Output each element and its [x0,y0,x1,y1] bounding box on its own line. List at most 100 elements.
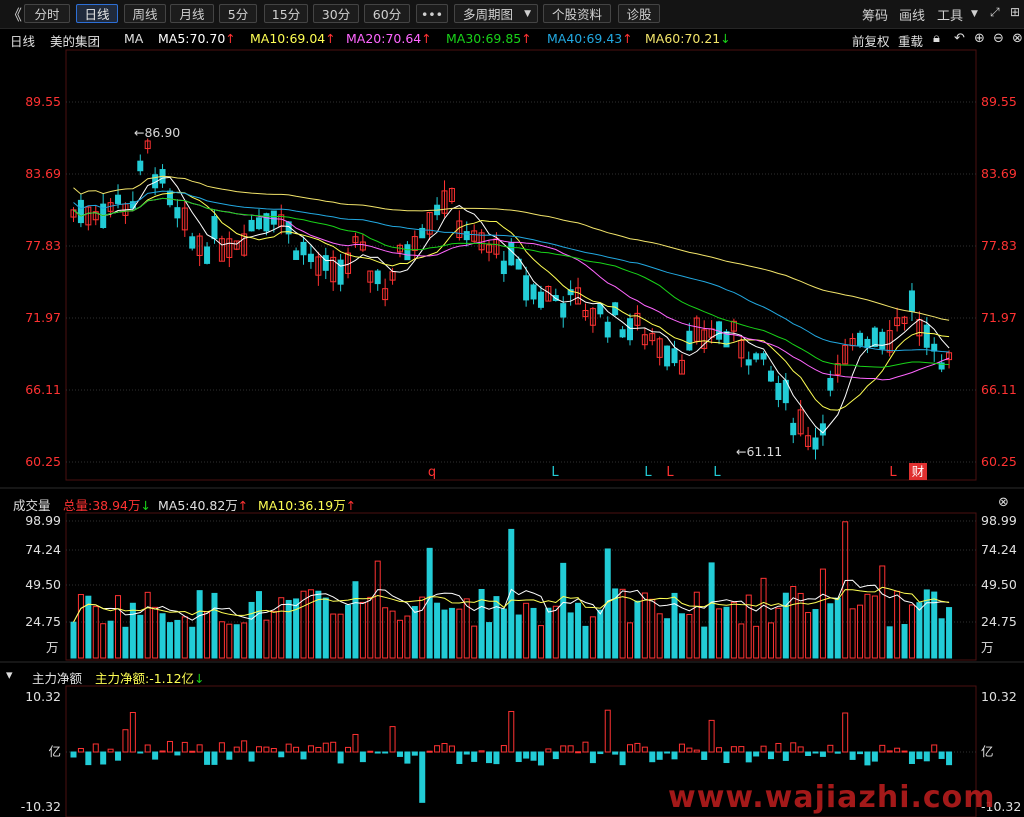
flow-bar [263,746,270,753]
candle-body [857,332,864,346]
volume-bar [330,613,337,659]
flow-bar [396,751,403,757]
volume-bar [441,609,448,659]
candle-body [864,338,871,349]
flow-bar [248,751,255,762]
candle-body [537,291,544,308]
candle-body [604,321,611,338]
volume-bar [285,599,292,659]
flow-bar [797,746,804,753]
flow-bar [693,749,700,753]
volume-bar [337,613,344,659]
event-marker-label: L [713,465,721,480]
flow-bar [678,743,685,753]
volume-bar [738,623,745,659]
flow-bar [716,747,723,753]
flow-bar [552,751,559,760]
volume-tick-right: 49.50 [981,577,1017,592]
flow-bar [367,750,374,753]
flow-bar [508,710,515,753]
volume-bar [189,626,196,659]
volume-bar [426,547,433,659]
flow-bar [115,751,122,761]
high-marker-label: ←86.90 [134,125,180,140]
volume-bar [871,595,878,659]
volume-bar [248,601,255,659]
flow-bar [285,743,292,753]
flow-bar [864,751,871,766]
flow-bar [322,742,329,753]
volume-bar [552,605,559,659]
flow-bar [523,751,530,759]
candle-body [322,255,329,271]
flow-tick-right: 10.32 [981,689,1017,704]
volume-bar [389,610,396,659]
flow-bar [85,751,92,766]
flow-bar [894,747,901,753]
flow-bar [627,744,633,753]
volume-tick-right: 98.99 [981,513,1017,528]
flow-bar [612,751,619,755]
candle-body [115,194,122,204]
volume-bar [723,606,730,659]
candle-body [256,217,262,230]
volume-bar [411,606,418,659]
volume-bar [782,592,789,659]
flow-bar [938,751,945,759]
flow-bar [886,750,893,753]
price-tick-left: 60.25 [25,454,61,469]
volume-bar [656,613,663,659]
volume-tick-left: 24.75 [25,614,61,629]
volume-bar [582,625,589,659]
flow-bar [307,745,314,753]
volume-bar [471,625,478,659]
volume-bar [226,623,233,659]
flow-bar [256,746,262,753]
volume-bar [775,607,782,659]
candle-body [879,331,886,350]
flow-bar [923,751,930,762]
flow-bar [122,729,129,753]
flow-bar [664,751,671,754]
candle-body [174,207,181,219]
volume-bar [500,608,507,659]
volume-bar [196,590,203,659]
flow-bar [434,745,441,753]
volume-bar [767,622,774,659]
flow-bar [129,712,136,753]
volume-bar [864,593,871,659]
flow-bar [196,744,203,753]
flow-bar [604,709,611,753]
candle-body [745,359,752,366]
volume-bar [753,625,760,659]
flow-bar [738,746,745,753]
flow-bar [159,750,166,753]
volume-bar [730,601,737,659]
candle-body [790,422,797,436]
volume-bar [486,622,493,659]
price-tick-left: 77.83 [25,238,61,253]
flow-bar [270,748,277,753]
volume-bar [908,604,915,659]
flow-bar [204,751,211,765]
volume-bar [708,562,715,659]
flow-bar [649,751,656,763]
flow-bar [493,751,500,765]
flow-bar [753,751,760,757]
stock-chart[interactable]: 89.55 89.55 83.69 83.69 77.83 77.83 71.97 71.97… [0,0,1024,817]
volume-bar [634,600,641,659]
volume-bar [367,596,374,659]
volume-bar [115,595,122,659]
flow-bar [107,748,114,753]
volume-bar [278,597,285,659]
flow-bar [931,744,938,753]
candle-body [137,160,144,172]
flow-bar [330,741,337,753]
candle-body [760,353,767,360]
volume-bar [916,602,923,659]
flow-bar [411,751,418,756]
flow-bar [300,751,307,760]
flow-bar [537,751,544,766]
volume-bar [671,592,678,659]
volume-bar [560,562,567,659]
